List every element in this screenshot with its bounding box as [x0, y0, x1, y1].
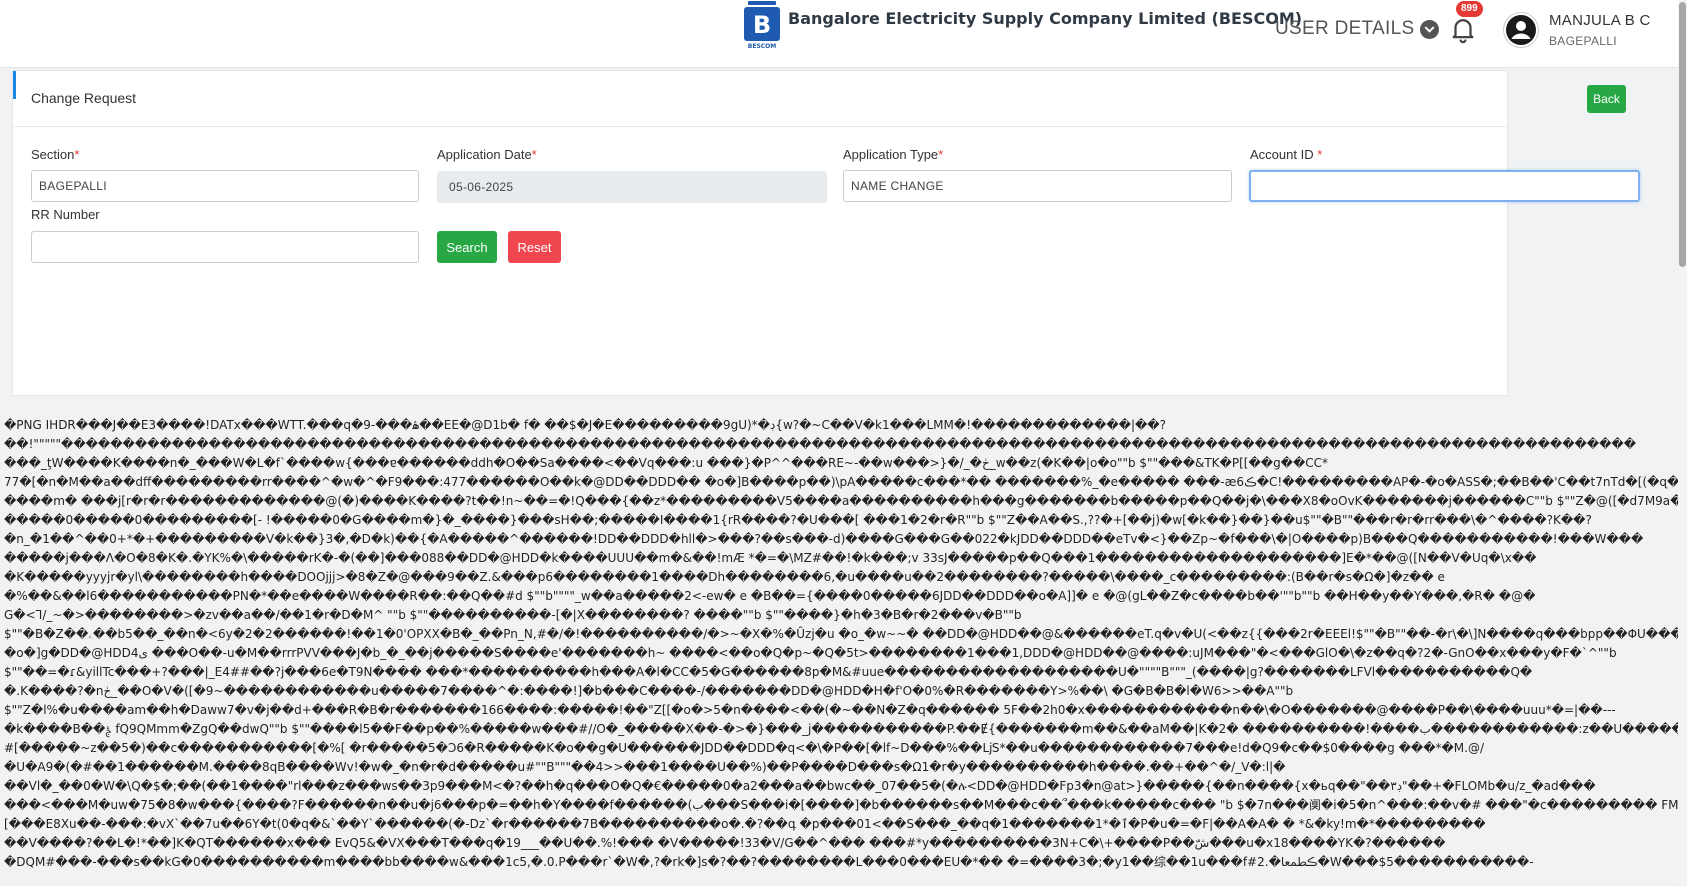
dump-line: �PNG IHDR���J��E3����!DATx���WTT.���q�9-… — [4, 418, 1166, 432]
back-button[interactable]: Back — [1587, 85, 1626, 113]
bescom-logo: B BESCOM — [744, 1, 780, 50]
user-location: BAGEPALLI — [1549, 34, 1617, 48]
dump-line: �.K����?�nڂ_��O�V�([�9~������������u����… — [4, 684, 1294, 698]
reset-button[interactable]: Reset — [508, 231, 561, 263]
divider — [13, 126, 1507, 127]
bell-icon[interactable] — [1448, 14, 1478, 44]
rr-number-input[interactable] — [31, 231, 419, 263]
section-field[interactable]: BAGEPALLI — [31, 170, 419, 202]
avatar[interactable] — [1503, 12, 1539, 48]
chevron-down-icon — [1420, 19, 1440, 39]
dump-line: �U�A9�(�#��1������M.����8qB����Wv!�w�_�n… — [4, 760, 1286, 774]
dump-line: �����j���Λ�O�8�K�.�YK%�\�����rK�-�(��]��… — [4, 551, 1537, 565]
application-date-label: Application Date* — [437, 147, 537, 162]
application-date-field[interactable]: 05-06-2025 — [437, 171, 827, 203]
dump-line: $""��=�ɾ&yillTc���+?���|_E4##��?j���6e�T… — [4, 665, 1533, 679]
dump-line: �%��&��l6�����������PN�*��e����W����R��:… — [4, 589, 1536, 603]
search-button[interactable]: Search — [437, 231, 497, 263]
dump-line: $""�B�Z��ۦ��b5��_��n�<6y�2�2������!��1�0… — [4, 627, 1680, 641]
dump-line: #[�����~z��5�)��c�����������[�%[ �r�����… — [4, 741, 1485, 755]
dump-line: ��V����?��L�!*��]K�QT������x��� EvQ5&�VX… — [4, 836, 1446, 850]
company-name: Bangalore Electricity Supply Company Lim… — [788, 9, 1303, 28]
logo-text: BESCOM — [748, 43, 776, 50]
card-accent — [13, 71, 16, 99]
dump-line: ���_ţW����K����n�_���W�L�f`����w{���ɐ���… — [4, 456, 1329, 470]
dump-line: $""Z�l%�u����am��h�Daww7�v�j��d+���R�B�r… — [4, 703, 1616, 717]
dump-line: �o�]g�DD�@HDD4ى ���O��-u�M��rrrPVV���J�b… — [4, 646, 1617, 660]
account-id-label: Account ID * — [1250, 147, 1323, 162]
brand: B BESCOM Bangalore Electricity Supply Co… — [742, 0, 1302, 50]
application-type-label: Application Type* — [843, 147, 944, 162]
top-header: B BESCOM Bangalore Electricity Supply Co… — [0, 0, 1680, 68]
dump-line: [���E8Xu��-���:�vX`��7u��6Y�t(0�q�&`��Y`… — [4, 817, 1486, 831]
rr-number-label: RR Number — [31, 207, 100, 222]
scrollbar-thumb[interactable] — [1679, 2, 1686, 267]
user-icon — [1506, 15, 1536, 45]
dump-line: G�<Ꞁ/_~�>��������>�zv��a��/��1�r�D�M^ ""… — [4, 608, 1022, 622]
dump-line: ����m� ���j[r�r�r�������������@(�)����K�… — [4, 494, 1680, 508]
dump-line: �k����B��ࣅ fQ9QMmm�ZgQ��dwQ""b $""����l5… — [4, 722, 1680, 736]
account-id-input[interactable] — [1249, 170, 1640, 202]
binary-dump-text: �PNG IHDR���J��E3����!DATx���WTT.���q�9-… — [4, 416, 1680, 886]
user-details-label: USER DETAILS — [1275, 18, 1415, 39]
dump-line: ���<���M�uw�75�8�w���{����?F������n��u�j… — [4, 798, 1680, 812]
page-title: Change Request — [31, 90, 137, 106]
notification-badge: 899 — [1456, 1, 1483, 17]
section-label: Section* — [31, 147, 80, 162]
dump-line: ��Vl�_��0�W�\Q�$�;��(��1����"rl���z���ws… — [4, 779, 1596, 793]
dump-line: �n_�1��^��0+*�+���������V�k��}3�,�D�k)��… — [4, 532, 1644, 546]
dump-line: 77�[�n�M��a��dff���������rr����^�w�^�F9�… — [4, 475, 1680, 489]
user-details-menu[interactable]: USER DETAILS — [1275, 18, 1440, 40]
dump-line: �DQM#���-���s��kG�0����������m����bb����… — [4, 855, 1534, 869]
dump-line: �K�����yyyjr�yl\��������h����DOOjjj>�8�Z… — [4, 570, 1445, 584]
user-name: MANJULA B C — [1549, 12, 1651, 29]
svg-text:B: B — [753, 11, 771, 39]
dump-line: ��!"""""��������������������������������… — [4, 437, 1637, 451]
application-type-field[interactable]: NAME CHANGE — [843, 170, 1232, 202]
dump-line: �����0�����0���������[- !�����0�G����m�}… — [4, 513, 1592, 527]
